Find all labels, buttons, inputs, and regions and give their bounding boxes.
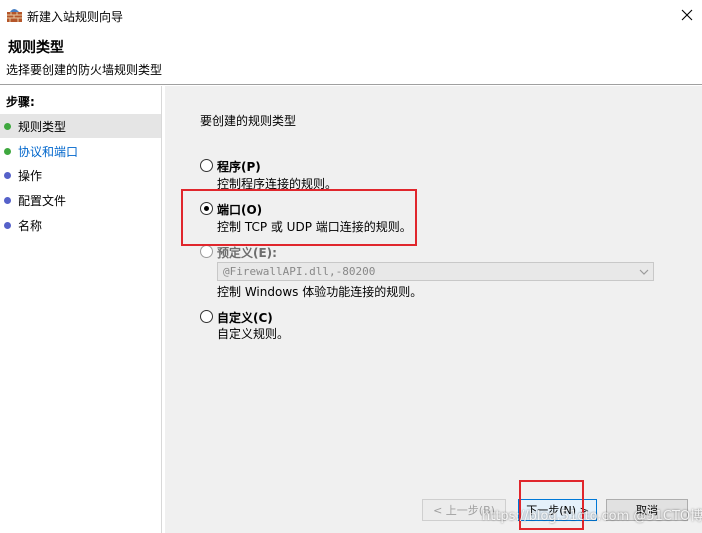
- close-icon: [681, 9, 693, 21]
- program-option-title[interactable]: 程序(P): [217, 158, 261, 175]
- sidebar-item-profile[interactable]: 配置文件: [0, 188, 161, 212]
- sidebar-item-name[interactable]: 名称: [0, 213, 161, 237]
- rule-type-prompt: 要创建的规则类型: [200, 114, 297, 128]
- back-button[interactable]: < 上一步(B): [422, 499, 506, 521]
- title-bar: 新建入站规则向导: [0, 0, 702, 32]
- close-button[interactable]: [672, 0, 702, 30]
- step-pending-dot-icon: [4, 171, 11, 179]
- page-subtitle: 选择要创建的防火墙规则类型: [6, 63, 163, 77]
- custom-option-title[interactable]: 自定义(C): [217, 309, 273, 326]
- predefined-radio[interactable]: [200, 245, 213, 258]
- sidebar-item-rule-type[interactable]: 规则类型: [0, 114, 161, 138]
- steps-label: 步骤:: [6, 95, 35, 109]
- sidebar-item-protocol-port[interactable]: 协议和端口: [0, 139, 161, 163]
- custom-option-desc: 自定义规则。: [217, 327, 290, 341]
- port-radio[interactable]: [200, 202, 213, 215]
- predefined-select[interactable]: @FirewallAPI.dll,-80200: [217, 262, 654, 281]
- chevron-down-icon: [639, 269, 649, 275]
- step-complete-dot-icon: [4, 147, 11, 155]
- predefined-option-title[interactable]: 预定义(E):: [217, 244, 277, 261]
- custom-radio[interactable]: [200, 310, 213, 323]
- sidebar-item-label: 规则类型: [18, 119, 67, 134]
- step-complete-dot-icon: [4, 122, 11, 130]
- port-option-desc: 控制 TCP 或 UDP 端口连接的规则。: [217, 220, 412, 234]
- firewall-app-icon: [7, 9, 22, 22]
- predefined-option-desc: 控制 Windows 体验功能连接的规则。: [217, 285, 423, 299]
- main-panel: 要创建的规则类型 程序(P) 控制程序连接的规则。 端口(O) 控制 TCP 或…: [165, 86, 702, 533]
- predefined-select-value: @FirewallAPI.dll,-80200: [223, 265, 376, 278]
- sidebar-item-label: 名称: [18, 218, 43, 233]
- step-pending-dot-icon: [4, 221, 11, 229]
- program-radio[interactable]: [200, 159, 213, 172]
- page-title: 规则类型: [8, 40, 64, 56]
- next-button[interactable]: 下一步(N) >: [518, 499, 597, 521]
- steps-sidebar: 步骤: 规则类型 协议和端口 操作 配置文件 名称: [0, 86, 162, 533]
- sidebar-item-label: 操作: [18, 168, 43, 183]
- sidebar-item-label: 配置文件: [18, 193, 67, 208]
- port-option-title[interactable]: 端口(O): [217, 201, 262, 218]
- window-title: 新建入站规则向导: [27, 10, 124, 24]
- header-divider: [0, 84, 702, 85]
- program-option-desc: 控制程序连接的规则。: [217, 177, 338, 191]
- sidebar-item-label: 协议和端口: [18, 144, 79, 159]
- sidebar-item-action[interactable]: 操作: [0, 163, 161, 187]
- cancel-button[interactable]: 取消: [606, 499, 688, 521]
- step-pending-dot-icon: [4, 196, 11, 204]
